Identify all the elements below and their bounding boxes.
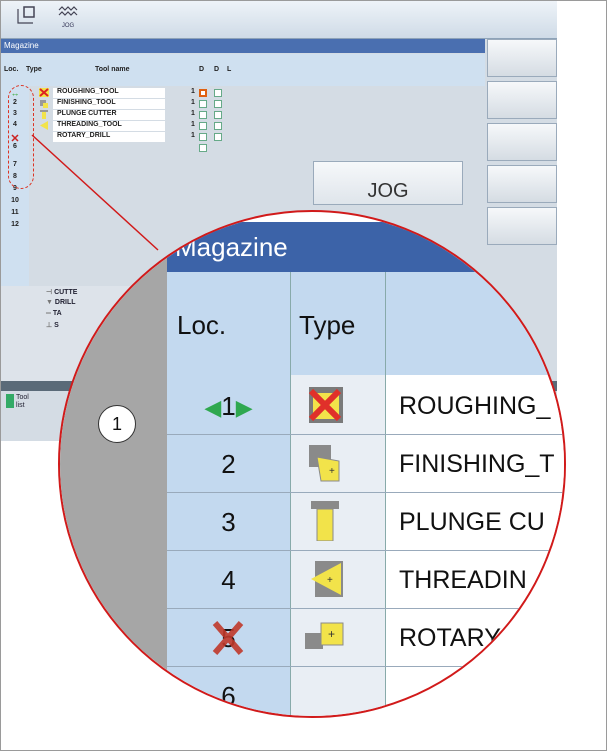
zoom-row-loc: 3 <box>221 507 236 537</box>
zoom-table-row[interactable]: 6 <box>167 667 564 716</box>
svg-text:+: + <box>328 627 335 641</box>
zoom-magazine-title: Magazine <box>167 222 564 272</box>
zoom-tool-name: PLUNGE CU <box>395 501 564 543</box>
zoom-col-loc: Loc. <box>177 310 227 340</box>
zoom-magnifier: Magazine Loc. Type Too ◀1▶ ROUGHING_ 2 +… <box>58 210 566 718</box>
zoom-tool-name: ROTARY <box>395 617 564 659</box>
threading-tool-icon: + <box>311 561 343 597</box>
zoom-tool-name: FINISHING_T <box>395 443 564 485</box>
zoom-left-panel <box>60 212 167 716</box>
zoom-table-row[interactable]: ◀1▶ ROUGHING_ <box>167 377 564 435</box>
zoom-col-name: Too <box>532 310 564 340</box>
svg-text:+: + <box>329 466 335 477</box>
zoom-table-row[interactable]: 2 + FINISHING_T <box>167 435 564 493</box>
zoom-row-loc: 4 <box>221 565 236 595</box>
finishing-tool-icon: + <box>309 445 340 482</box>
zoom-tool-name: ROUGHING_ <box>395 385 564 427</box>
zoom-tool-name: THREADIN <box>395 559 564 601</box>
zoom-table-header: Loc. Type Too <box>167 272 564 375</box>
cutter-disabled-icon <box>308 387 343 423</box>
rotary-drill-icon: + <box>305 622 344 649</box>
zoom-table-row[interactable]: 4 + THREADIN <box>167 551 564 609</box>
zoom-loc-value: 1 <box>221 391 236 421</box>
zoom-row-loc: ◀1▶ <box>204 391 253 421</box>
zoom-table-row[interactable]: 5 + ROTARY <box>167 609 564 667</box>
svg-text:+: + <box>327 575 333 586</box>
location-disabled-icon <box>212 621 244 655</box>
zoom-col-type: Type <box>299 310 356 340</box>
callout-number: 1 <box>98 405 136 443</box>
zoom-row-loc: 6 <box>221 681 236 711</box>
zoom-table-row[interactable]: 3 PLUNGE CU <box>167 493 564 551</box>
plunge-cutter-icon <box>311 501 339 541</box>
zoom-row-loc: 2 <box>221 449 236 479</box>
